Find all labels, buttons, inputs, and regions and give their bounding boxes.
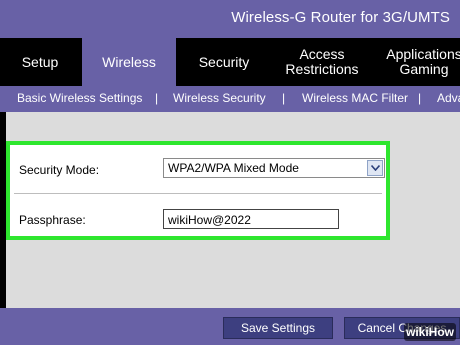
security-settings-panel: Security Mode: WPA2/WPA Mixed Mode Passp… xyxy=(6,141,390,240)
subnav-advanced[interactable]: Adva xyxy=(437,91,460,105)
tab-applications-gaming-label: Applications Gaming xyxy=(386,46,460,77)
app-header: Wireless-G Router for 3G/UMTS xyxy=(0,0,460,38)
subnav-separator: | xyxy=(282,91,286,105)
row-divider xyxy=(14,193,382,194)
tab-access-restrictions-label: Access Restrictions xyxy=(285,46,359,77)
passphrase-label: Passphrase: xyxy=(19,213,86,227)
main-tab-bar: Setup Wireless Security Access Restricti… xyxy=(0,38,460,86)
tab-applications-gaming[interactable]: Applications Gaming xyxy=(374,38,460,86)
save-settings-button[interactable]: Save Settings xyxy=(223,317,333,339)
passphrase-input[interactable]: wikiHow@2022 xyxy=(163,209,339,229)
tab-wireless[interactable]: Wireless xyxy=(82,38,176,86)
security-mode-label: Security Mode: xyxy=(19,163,100,177)
security-mode-select[interactable]: WPA2/WPA Mixed Mode xyxy=(163,158,385,178)
tab-setup[interactable]: Setup xyxy=(0,38,80,86)
wikihow-watermark: wikiHow xyxy=(404,323,456,341)
subnav-separator: | xyxy=(418,91,422,105)
sub-navigation: Basic Wireless Settings | Wireless Secur… xyxy=(0,86,460,112)
passphrase-value: wikiHow@2022 xyxy=(168,213,251,227)
security-mode-value: WPA2/WPA Mixed Mode xyxy=(168,161,299,175)
tab-security[interactable]: Security xyxy=(178,38,270,86)
chevron-down-icon[interactable] xyxy=(367,160,383,176)
tab-access-restrictions[interactable]: Access Restrictions xyxy=(272,38,372,86)
subnav-basic-wireless-settings[interactable]: Basic Wireless Settings xyxy=(17,91,142,105)
footer-bar: Save Settings Cancel Changes xyxy=(0,308,460,345)
subnav-separator: | xyxy=(155,91,159,105)
router-title: Wireless-G Router for 3G/UMTS xyxy=(231,9,450,26)
subnav-wireless-mac-filter[interactable]: Wireless MAC Filter xyxy=(302,91,408,105)
subnav-wireless-security[interactable]: Wireless Security xyxy=(173,91,266,105)
